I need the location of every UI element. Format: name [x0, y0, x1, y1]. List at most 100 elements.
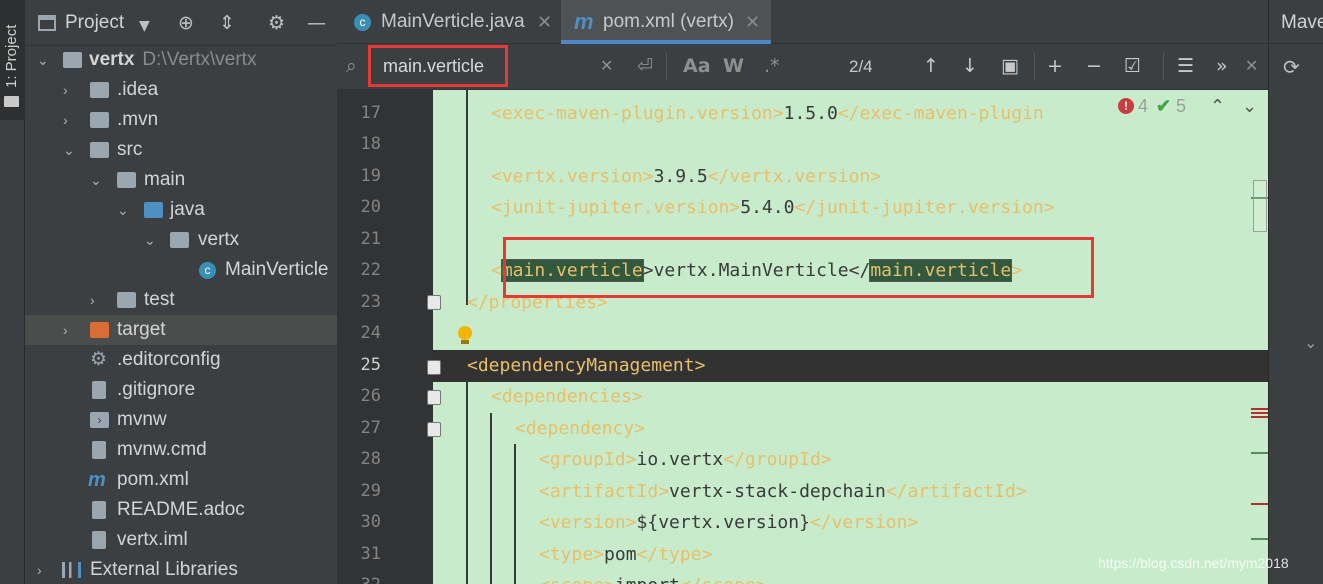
- arrow-down-icon[interactable]: ↓: [962, 54, 978, 78]
- clear-icon[interactable]: ✕: [600, 54, 613, 78]
- tree-item[interactable]: README.adoc: [25, 495, 337, 525]
- close-icon[interactable]: ✕: [1245, 54, 1258, 78]
- text-file-icon: [92, 501, 106, 519]
- indent-guide: [514, 444, 516, 584]
- code-line: <junit-jupiter.version>5.4.0</junit-jupi…: [491, 197, 1055, 218]
- settings-file-icon: ⚙: [90, 349, 108, 370]
- tree-item[interactable]: .gitignore: [25, 375, 337, 405]
- project-tool-tab-label: 1: Project: [3, 24, 20, 88]
- fold-marker-icon[interactable]: [427, 295, 441, 310]
- filter-icon[interactable]: ☰: [1177, 54, 1194, 78]
- project-tool-tab[interactable]: 1: Project: [0, 0, 25, 120]
- tree-item[interactable]: vertx.iml: [25, 525, 337, 555]
- tab-pom-xml[interactable]: m pom.xml (vertx) ✕: [561, 0, 771, 44]
- lightbulb-icon[interactable]: [458, 326, 472, 340]
- maven-panel-title[interactable]: Maven: [1281, 12, 1323, 34]
- chevron-right-icon[interactable]: ›: [63, 105, 77, 135]
- chevron-down-icon[interactable]: ⌄: [144, 225, 158, 255]
- tree-item[interactable]: c MainVerticle: [25, 255, 337, 285]
- project-view-icon: [38, 15, 56, 31]
- tree-item[interactable]: mvnw.cmd: [25, 435, 337, 465]
- chevron-down-icon[interactable]: ⌄: [90, 165, 104, 195]
- search-match: main.verticle: [500, 259, 644, 282]
- search-icon[interactable]: ⌕: [346, 54, 357, 78]
- code-editor[interactable]: <exec-maven-plugin.version>1.5.0</exec-m…: [433, 90, 1268, 584]
- chevron-down-icon[interactable]: ⌄: [117, 195, 131, 225]
- new-line-icon[interactable]: ⏎: [637, 54, 653, 78]
- fold-marker-icon[interactable]: [427, 422, 441, 437]
- maven-panel-header: Maven: [1269, 0, 1323, 44]
- more-icon[interactable]: »: [1216, 54, 1228, 78]
- ok-count: 5: [1176, 96, 1187, 116]
- add-selection-icon[interactable]: +: [1047, 54, 1063, 78]
- tree-item-label: MainVerticle: [225, 259, 329, 280]
- tree-item[interactable]: ⌄ vertx: [25, 225, 337, 255]
- chevron-down-icon[interactable]: ⌄: [63, 135, 77, 165]
- editor-scrollbar[interactable]: [1251, 90, 1268, 584]
- tree-item[interactable]: › target: [25, 315, 337, 345]
- shell-script-icon: ›: [90, 412, 109, 428]
- tree-item[interactable]: ⚙ .editorconfig: [25, 345, 337, 375]
- hide-panel-icon[interactable]: —: [307, 12, 326, 34]
- error-count: 4: [1138, 96, 1149, 116]
- divider: [1034, 52, 1035, 80]
- indent-guide: [466, 90, 468, 305]
- tree-item[interactable]: ⌄ java: [25, 195, 337, 225]
- code-line: </properties>: [467, 292, 608, 313]
- close-icon[interactable]: ✕: [745, 0, 760, 44]
- regex-icon[interactable]: .*: [764, 54, 780, 78]
- chevron-down-icon[interactable]: ▼: [139, 15, 150, 37]
- select-all-occurrences-icon[interactable]: ▣: [1001, 54, 1019, 78]
- collapse-all-icon[interactable]: ⇕: [219, 12, 235, 34]
- gear-icon[interactable]: ⚙: [268, 12, 285, 34]
- line-number: 30: [360, 512, 381, 532]
- tree-item-label: test: [144, 289, 175, 310]
- code-line: <dependencies>: [491, 386, 643, 407]
- tree-item[interactable]: ⌄ main: [25, 165, 337, 195]
- chevron-down-icon[interactable]: ⌄: [37, 45, 51, 75]
- refresh-icon[interactable]: ⟳: [1283, 55, 1300, 79]
- folder-icon: [90, 112, 109, 128]
- project-panel-title[interactable]: Project: [65, 12, 124, 34]
- chevron-up-icon[interactable]: ⌃: [1210, 96, 1225, 117]
- tree-item[interactable]: m pom.xml: [25, 465, 337, 495]
- tree-item-label: .idea: [117, 79, 159, 100]
- fold-marker-icon[interactable]: [427, 390, 441, 405]
- tree-item-label: mvnw.cmd: [117, 439, 207, 460]
- chevron-right-icon[interactable]: ›: [37, 555, 51, 584]
- whole-words-icon[interactable]: W: [723, 54, 744, 78]
- select-all-icon[interactable]: ☑: [1124, 54, 1141, 78]
- line-number: 25: [360, 355, 381, 375]
- match-case-icon[interactable]: Aa: [683, 54, 711, 78]
- code-line: <dependency>: [515, 418, 646, 439]
- remove-selection-icon[interactable]: −: [1086, 54, 1102, 78]
- tree-item[interactable]: › mvnw: [25, 405, 337, 435]
- folder-icon: [117, 292, 136, 308]
- module-folder-icon: [63, 52, 82, 68]
- tree-item[interactable]: ⌄ vertx D:\Vertx\vertx: [25, 45, 337, 75]
- tree-item[interactable]: › test: [25, 285, 337, 315]
- tree-item[interactable]: › .idea: [25, 75, 337, 105]
- tree-item[interactable]: › .mvn: [25, 105, 337, 135]
- chevron-right-icon[interactable]: ›: [63, 315, 77, 345]
- tree-item[interactable]: ⌄ src: [25, 135, 337, 165]
- fold-marker-icon[interactable]: [427, 360, 441, 375]
- tree-item[interactable]: › External Libraries: [25, 555, 337, 584]
- chevron-right-icon[interactable]: ›: [63, 75, 77, 105]
- tree-item-label: External Libraries: [90, 559, 238, 580]
- divider: [666, 52, 667, 80]
- tree-item-label: java: [170, 199, 205, 220]
- chevron-right-icon[interactable]: ›: [90, 285, 104, 315]
- line-number: 22: [360, 260, 381, 280]
- search-input[interactable]: [368, 47, 508, 85]
- arrow-up-icon[interactable]: ↑: [923, 54, 939, 78]
- close-icon[interactable]: ✕: [537, 0, 552, 44]
- scroll-thumb[interactable]: [1253, 180, 1267, 232]
- code-line: <exec-maven-plugin.version>1.5.0</exec-m…: [491, 103, 1044, 124]
- line-number: 27: [360, 418, 381, 438]
- find-bar: ⌕ ✕ ⏎ Aa W .* 2/4 ↑ ↓ ▣ + − ☑ ☰ » ✕: [337, 44, 1268, 90]
- tab-mainverticle[interactable]: c MainVerticle.java ✕: [337, 0, 559, 44]
- chevron-down-icon[interactable]: ⌄: [1304, 333, 1317, 352]
- project-panel: Project ▼ ⊕ ⇕ ⚙ — ⌄ vertx D:\Vertx\vertx …: [25, 0, 337, 584]
- locate-file-icon[interactable]: ⊕: [178, 12, 194, 34]
